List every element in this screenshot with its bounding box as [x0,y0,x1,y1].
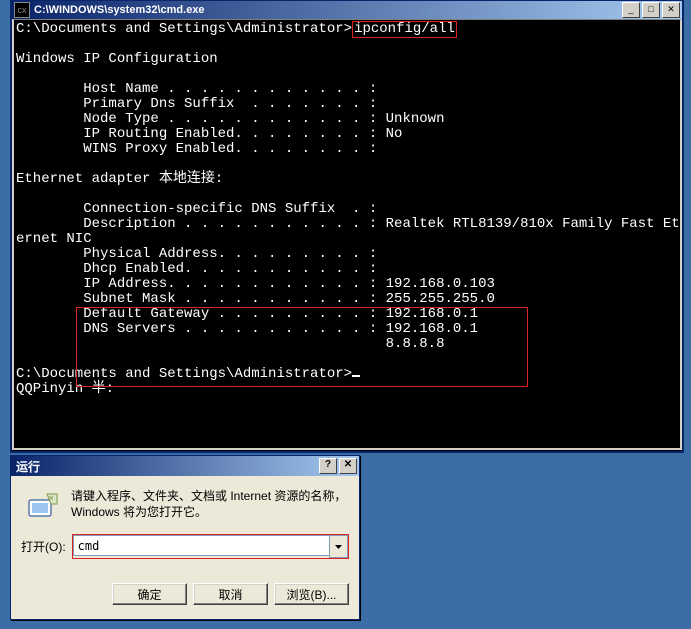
run-top-row: 请键入程序、文件夹、文档或 Internet 资源的名称，Windows 将为您… [21,488,349,520]
cmd-window: cx C:\WINDOWS\system32\cmd.exe _ □ ✕ C:\… [10,0,684,453]
line: Primary Dns Suffix . . . . . . . : [16,96,377,112]
open-input[interactable] [73,535,329,556]
cmd-title: C:\WINDOWS\system32\cmd.exe [34,4,620,16]
line: WINS Proxy Enabled. . . . . . . . : [16,141,377,157]
run-titlebar[interactable]: 运行 ? ✕ [11,456,359,476]
cmd-icon: cx [14,2,30,18]
close-button[interactable]: ✕ [339,458,357,474]
browse-button[interactable]: 浏览(B)... [274,583,349,605]
section-header: Windows IP Configuration [16,51,218,67]
line: Description . . . . . . . . . . . : Real… [16,216,682,232]
line: Host Name . . . . . . . . . . . . : [16,81,377,97]
highlight-ipconfig: ipconfig/all [352,21,457,38]
cmd-prompt-1: C:\Documents and Settings\Administrator> [16,21,352,37]
line: Physical Address. . . . . . . . . : [16,246,377,262]
run-icon [27,488,59,520]
run-description: 请键入程序、文件夹、文档或 Internet 资源的名称，Windows 将为您… [71,488,349,520]
line: Node Type . . . . . . . . . . . . : Unkn… [16,111,444,127]
line: Dhcp Enabled. . . . . . . . . . . : [16,261,377,277]
line: IP Routing Enabled. . . . . . . . : No [16,126,402,142]
open-combobox [72,534,349,559]
combo-dropdown-button[interactable] [329,535,348,558]
boxed-line: IP Address. . . . . . . . . . . . : 192.… [16,276,495,292]
line: Connection-specific DNS Suffix . : [16,201,377,217]
cmd-body[interactable]: C:\Documents and Settings\Administrator>… [12,19,682,450]
cancel-button[interactable]: 取消 [193,583,268,605]
cmd-window-controls: _ □ ✕ [620,2,680,18]
maximize-button[interactable]: □ [642,2,660,18]
help-button[interactable]: ? [319,458,337,474]
open-label: 打开(O): [21,538,66,555]
cmd-titlebar[interactable]: cx C:\WINDOWS\system32\cmd.exe _ □ ✕ [12,1,682,19]
highlight-ip-block [76,307,528,387]
minimize-button[interactable]: _ [622,2,640,18]
chevron-down-icon [335,545,342,549]
run-button-row: 确定 取消 浏览(B)... [21,583,349,609]
line: ernet NIC [16,231,92,247]
boxed-line: Subnet Mask . . . . . . . . . . . : 255.… [16,291,495,307]
close-button[interactable]: ✕ [662,2,680,18]
run-body: 请键入程序、文件夹、文档或 Internet 资源的名称，Windows 将为您… [11,476,359,619]
run-input-row: 打开(O): [21,534,349,559]
run-dialog: 运行 ? ✕ 请键入程序、文件夹、文档或 Internet 资源的名称，Wind… [10,455,360,620]
run-title: 运行 [13,458,317,475]
ipconfig-command-text: ipconfig/all [354,21,455,37]
ok-button[interactable]: 确定 [112,583,187,605]
adapter-header: Ethernet adapter 本地连接: [16,171,223,187]
